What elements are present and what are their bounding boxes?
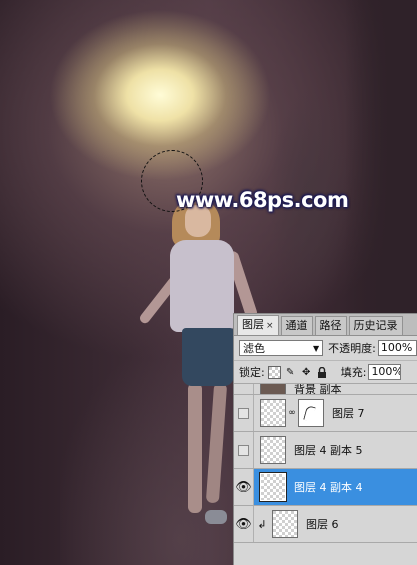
panel-tabs: 图层 × 通道 路径 历史记录 <box>234 314 417 336</box>
tab-layers-label: 图层 <box>242 318 264 331</box>
layer-row-layer-4-copy-5[interactable]: 图层 4 副本 5 <box>234 432 417 469</box>
tab-history-label: 历史记录 <box>353 319 398 332</box>
visibility-toggle[interactable]: 👁 <box>234 506 254 542</box>
tab-close-icon[interactable]: × <box>266 321 274 331</box>
figure-shoe <box>205 510 227 524</box>
layer-name: 图层 4 副本 4 <box>294 481 363 494</box>
tab-layers[interactable]: 图层 × <box>237 315 279 335</box>
visibility-off-box <box>238 444 249 456</box>
tab-history[interactable]: 历史记录 <box>348 316 403 335</box>
layer-thumbnail <box>259 472 287 502</box>
lock-row: 锁定: ✎ ✥ 填充: 100% <box>234 361 417 384</box>
layer-name: 图层 6 <box>306 518 339 531</box>
layer-mask-thumbnail[interactable] <box>298 399 324 427</box>
layer-list: 背景 副本 ∞ 图层 7 图层 4 副本 5 👁 图层 4 副本 4 👁 ↲ 图… <box>234 384 417 543</box>
lock-image-pixels-brush-icon[interactable]: ✎ <box>284 366 297 379</box>
layer-thumbnail <box>272 510 298 538</box>
layer-row-layer-4-copy-4[interactable]: 👁 图层 4 副本 4 <box>234 469 417 506</box>
chain-link-icon[interactable]: ∞ <box>288 408 296 418</box>
lock-label: 锁定: <box>239 366 265 379</box>
opacity-label: 不透明度: <box>328 342 376 355</box>
layer-thumbnail <box>260 436 286 464</box>
tab-channels-label: 通道 <box>285 319 308 332</box>
layer-thumbnail <box>260 399 286 427</box>
dropdown-arrow-icon: ▼ <box>312 343 320 353</box>
figure-shirt <box>170 240 234 332</box>
figure-left-leg <box>188 383 202 513</box>
watermark: www.68ps.com <box>176 188 349 212</box>
eye-icon: 👁 <box>235 516 252 532</box>
blend-mode-select[interactable]: 滤色 ▼ <box>239 340 324 356</box>
lock-all-padlock-icon[interactable] <box>316 366 329 379</box>
lock-transparent-pixels-icon[interactable] <box>267 365 281 379</box>
visibility-toggle[interactable]: 👁 <box>234 469 254 505</box>
tab-paths-label: 路径 <box>319 319 342 332</box>
layers-panel: 图层 × 通道 路径 历史记录 滤色 ▼ 不透明度: 100% 锁定: ✎ ✥ 填… <box>233 313 417 565</box>
visibility-toggle[interactable] <box>234 432 254 468</box>
eye-icon: 👁 <box>235 479 252 495</box>
visibility-off-box <box>238 407 249 419</box>
layer-name: 背景 副本 <box>294 384 342 395</box>
fill-label: 填充: <box>340 366 367 379</box>
clipping-arrow-icon: ↲ <box>257 517 267 531</box>
layer-row-layer-6[interactable]: 👁 ↲ 图层 6 <box>234 506 417 543</box>
layer-name: 图层 7 <box>332 407 365 420</box>
blend-row: 滤色 ▼ 不透明度: 100% <box>234 336 417 361</box>
blend-mode-value: 滤色 <box>243 342 265 355</box>
layer-row-background-copy[interactable]: 背景 副本 <box>234 384 417 395</box>
layer-thumbnail <box>260 384 286 394</box>
visibility-toggle[interactable] <box>234 395 254 431</box>
tab-paths[interactable]: 路径 <box>314 316 347 335</box>
tab-channels[interactable]: 通道 <box>280 316 313 335</box>
opacity-input[interactable]: 100% <box>377 340 417 356</box>
fill-input[interactable]: 100% <box>368 364 402 380</box>
figure-shorts <box>182 328 234 386</box>
visibility-toggle[interactable] <box>234 384 254 394</box>
layer-row-layer-7[interactable]: ∞ 图层 7 <box>234 395 417 432</box>
lock-position-move-icon[interactable]: ✥ <box>300 366 313 379</box>
layer-name: 图层 4 副本 5 <box>294 444 363 457</box>
